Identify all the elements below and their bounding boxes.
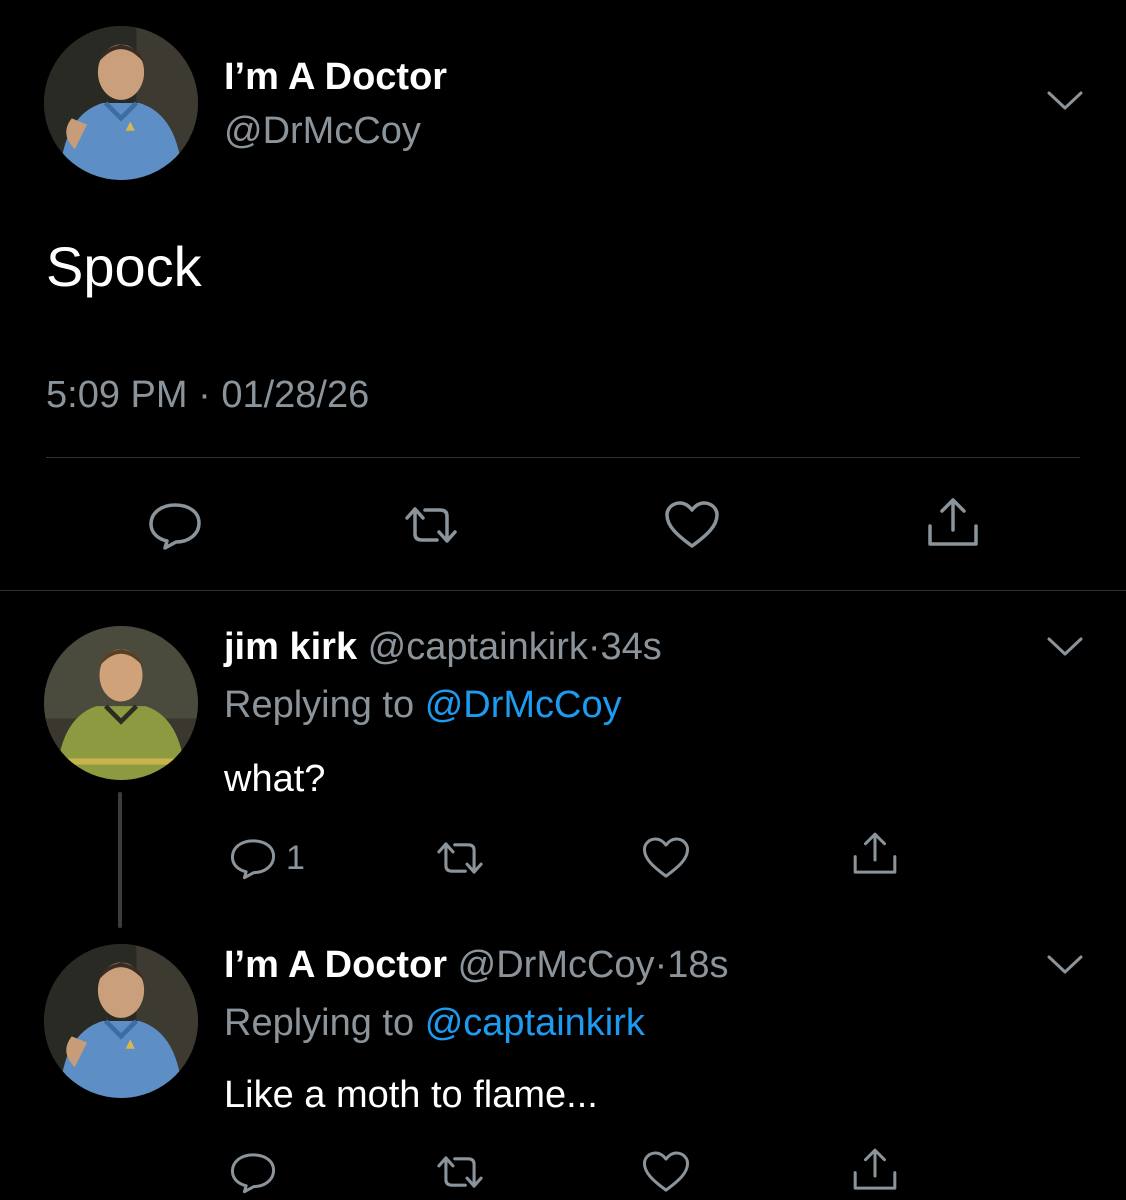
divider: [0, 590, 1126, 591]
reply-count: 1: [286, 839, 305, 877]
like-icon[interactable]: [663, 500, 721, 550]
handle[interactable]: @captainkirk: [368, 626, 588, 668]
replying-to: Replying to @captainkirk: [224, 1000, 645, 1046]
replying-to-link[interactable]: @DrMcCoy: [425, 684, 622, 726]
chevron-down-icon[interactable]: [1046, 636, 1084, 658]
mccoy-avatar-image: [44, 26, 198, 180]
display-name[interactable]: I’m A Doctor: [224, 944, 447, 986]
kirk-avatar-image: [44, 626, 198, 780]
avatar[interactable]: [44, 626, 198, 780]
thread-line: [118, 792, 122, 928]
separator: ·: [654, 944, 668, 986]
avatar[interactable]: [44, 944, 198, 1098]
reply-header: I’m A Doctor @DrMcCoy·18s: [224, 942, 729, 988]
display-name[interactable]: jim kirk: [224, 626, 357, 668]
replying-prefix: Replying to: [224, 684, 415, 726]
reply-icon[interactable]: [229, 1150, 277, 1194]
share-icon[interactable]: [850, 1146, 900, 1194]
retweet-icon[interactable]: [397, 500, 465, 550]
divider: [46, 457, 1080, 458]
tweet-time[interactable]: 5:09 PM: [46, 374, 188, 416]
share-icon[interactable]: [924, 496, 982, 550]
chevron-down-icon[interactable]: [1046, 90, 1084, 112]
handle[interactable]: @DrMcCoy: [458, 944, 655, 986]
date-separator: ·: [198, 374, 211, 416]
share-icon[interactable]: [850, 830, 900, 878]
reply-icon[interactable]: [147, 500, 203, 550]
tweet-date[interactable]: 01/28/26: [221, 374, 369, 416]
reply-icon[interactable]: [229, 836, 277, 880]
chevron-down-icon[interactable]: [1046, 954, 1084, 976]
reply-header: jim kirk @captainkirk·34s: [224, 624, 662, 670]
display-name[interactable]: I’m A Doctor: [224, 54, 447, 100]
replying-prefix: Replying to: [224, 1002, 415, 1044]
replying-to-link[interactable]: @captainkirk: [425, 1002, 645, 1044]
separator: ·: [587, 626, 601, 668]
retweet-icon[interactable]: [430, 836, 490, 880]
mccoy-avatar-image: [44, 944, 198, 1098]
replying-to: Replying to @DrMcCoy: [224, 682, 622, 728]
timestamp: 5:09 PM · 01/28/26: [46, 372, 369, 418]
tweet-text: what?: [224, 758, 326, 800]
tweet-text: Spock: [46, 235, 202, 298]
like-icon[interactable]: [641, 1150, 691, 1194]
tweet-text: Like a moth to flame...: [224, 1074, 598, 1116]
handle[interactable]: @DrMcCoy: [224, 108, 421, 154]
retweet-icon[interactable]: [430, 1150, 490, 1194]
tweet-age[interactable]: 18s: [667, 944, 728, 986]
like-icon[interactable]: [641, 836, 691, 880]
tweet-age[interactable]: 34s: [601, 626, 662, 668]
avatar[interactable]: [44, 26, 198, 180]
